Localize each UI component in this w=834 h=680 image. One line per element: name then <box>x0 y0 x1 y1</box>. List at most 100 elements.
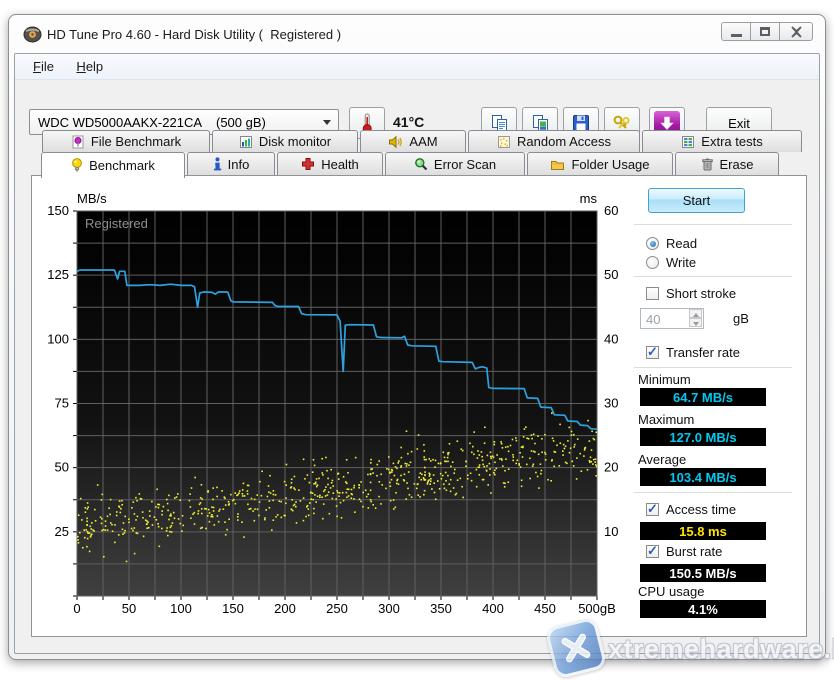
tab-label: Disk monitor <box>258 134 332 149</box>
write-radio[interactable] <box>646 256 659 269</box>
tab-info[interactable]: Info <box>187 152 275 175</box>
benchmark-panel: MB/s ms 150 125 100 75 50 25 60 50 40 30 20 10 0 50 100 1… <box>31 175 807 637</box>
y-right-axis-label: ms <box>580 191 598 206</box>
short-stroke-row[interactable]: Short stroke <box>646 286 736 301</box>
burst-rate-label: Burst rate <box>666 544 723 559</box>
y-right-tick-label: 50 <box>604 267 618 282</box>
health-cross-icon <box>302 158 315 170</box>
menu-bar: File Help <box>15 54 819 80</box>
short-stroke-label: Short stroke <box>666 286 737 301</box>
close-button[interactable] <box>779 22 813 41</box>
x-tick-label: 350 <box>430 601 452 616</box>
spinner-up-button[interactable] <box>689 309 702 318</box>
close-icon <box>790 25 802 38</box>
menu-help[interactable]: Help <box>76 59 103 74</box>
x-tick-label: 400 <box>482 601 504 616</box>
info-icon <box>213 157 221 171</box>
tab-extra-tests[interactable]: Extra tests <box>642 130 802 152</box>
tab-disk-monitor[interactable]: Disk monitor <box>212 130 358 152</box>
y-left-tick-label: 150 <box>47 203 69 218</box>
y-left-tick-label: 50 <box>55 460 69 475</box>
tab-label: Info <box>227 156 250 172</box>
access-time-value: 15.8 ms <box>640 522 766 540</box>
read-radio[interactable] <box>646 237 659 250</box>
divider <box>634 276 792 277</box>
read-label: Read <box>666 236 698 251</box>
menu-file[interactable]: File <box>33 59 54 74</box>
minimum-label: Minimum <box>638 372 691 387</box>
triangle-down-icon <box>693 321 699 326</box>
average-value: 103.4 MB/s <box>640 468 766 486</box>
divider <box>634 367 792 368</box>
registered-overlay-text: Registered <box>85 216 148 231</box>
y-left-axis-label: MB/s <box>77 191 107 206</box>
tab-label: Folder Usage <box>571 156 650 172</box>
burst-rate-checkbox[interactable] <box>646 543 659 559</box>
maximize-icon <box>760 27 770 36</box>
xtremehardware-logo-icon <box>544 616 608 680</box>
window-title: HD Tune Pro 4.60 - Hard Disk Utility ( R… <box>47 27 342 42</box>
triangle-up-icon <box>693 312 699 317</box>
tab-file-benchmark[interactable]: File Benchmark <box>42 130 210 152</box>
spinner-down-button[interactable] <box>689 318 702 327</box>
y-left-tick-label: 125 <box>47 267 69 282</box>
exit-label: Exit <box>728 115 750 131</box>
maximum-value: 127.0 MB/s <box>640 428 766 446</box>
tab-benchmark[interactable]: Benchmark <box>41 152 185 178</box>
tab-folder-usage[interactable]: Folder Usage <box>527 152 673 175</box>
y-left-tick-label: 100 <box>47 331 69 346</box>
short-stroke-checkbox[interactable] <box>646 287 659 300</box>
y-left-tick-label: 75 <box>55 396 69 411</box>
divider <box>634 492 792 493</box>
cpu-usage-label: CPU usage <box>638 584 705 599</box>
x-tick-label: 500gB <box>578 601 616 616</box>
start-button[interactable]: Start <box>648 188 745 213</box>
tab-label: Error Scan <box>433 156 497 172</box>
disk-monitor-icon <box>239 135 252 148</box>
access-time-checkbox[interactable] <box>646 501 659 517</box>
file-benchmark-icon <box>72 135 84 148</box>
cpu-usage-value: 4.1% <box>640 600 766 618</box>
average-label: Average <box>638 452 687 467</box>
watermark: xtremehardware.it <box>536 616 834 680</box>
bulb-icon <box>72 158 83 172</box>
x-tick-label: 200 <box>274 601 296 616</box>
y-left-tick-label: 25 <box>55 524 69 539</box>
speaker-icon <box>389 135 403 148</box>
tab-aam[interactable]: AAM <box>360 130 466 152</box>
x-tick-label: 0 <box>73 601 80 616</box>
tab-row-secondary: File Benchmark Disk monitor AAM Random A… <box>42 130 804 152</box>
tab-label: Extra tests <box>701 134 763 149</box>
trash-icon <box>701 158 713 171</box>
write-radio-row[interactable]: Write <box>646 255 696 270</box>
tab-label: File Benchmark <box>90 134 182 149</box>
extra-tests-icon <box>682 135 695 148</box>
minimize-button[interactable] <box>721 22 751 41</box>
tab-health[interactable]: Health <box>277 152 383 175</box>
tab-row-primary: Benchmark Info Health Error Scan Folder … <box>41 152 781 178</box>
transfer-rate-label: Transfer rate <box>666 345 740 360</box>
tab-error-scan[interactable]: Error Scan <box>385 152 525 175</box>
tab-label: AAM <box>409 134 438 149</box>
access-time-label: Access time <box>666 502 737 517</box>
x-tick-label: 150 <box>222 601 244 616</box>
benchmark-chart: MB/s ms1501251007550256050403020100 50 100 1… <box>47 191 618 616</box>
transfer-rate-row[interactable]: Transfer rate <box>646 344 740 360</box>
read-radio-row[interactable]: Read <box>646 236 697 251</box>
x-tick-label: 300 <box>378 601 400 616</box>
tab-random-access[interactable]: Random Access <box>468 130 640 152</box>
x-tick-label: 50 <box>122 601 136 616</box>
start-label: Start <box>682 193 711 208</box>
access-time-row[interactable]: Access time <box>646 501 737 517</box>
client-area: File Help WDC WD5000AAKX-221CA (500 gB) … <box>14 53 820 654</box>
burst-rate-row[interactable]: Burst rate <box>646 543 723 559</box>
tab-erase[interactable]: Erase <box>675 152 779 175</box>
write-label: Write <box>666 255 697 270</box>
transfer-rate-checkbox[interactable] <box>646 344 659 360</box>
y-right-tick-label: 40 <box>604 331 618 346</box>
random-access-icon <box>498 135 511 148</box>
watermark-text: xtremehardware.it <box>608 634 834 664</box>
stroke-size-spinner[interactable]: 40 <box>640 308 704 329</box>
tab-label: Random Access <box>517 134 611 149</box>
maximize-button[interactable] <box>750 22 780 41</box>
